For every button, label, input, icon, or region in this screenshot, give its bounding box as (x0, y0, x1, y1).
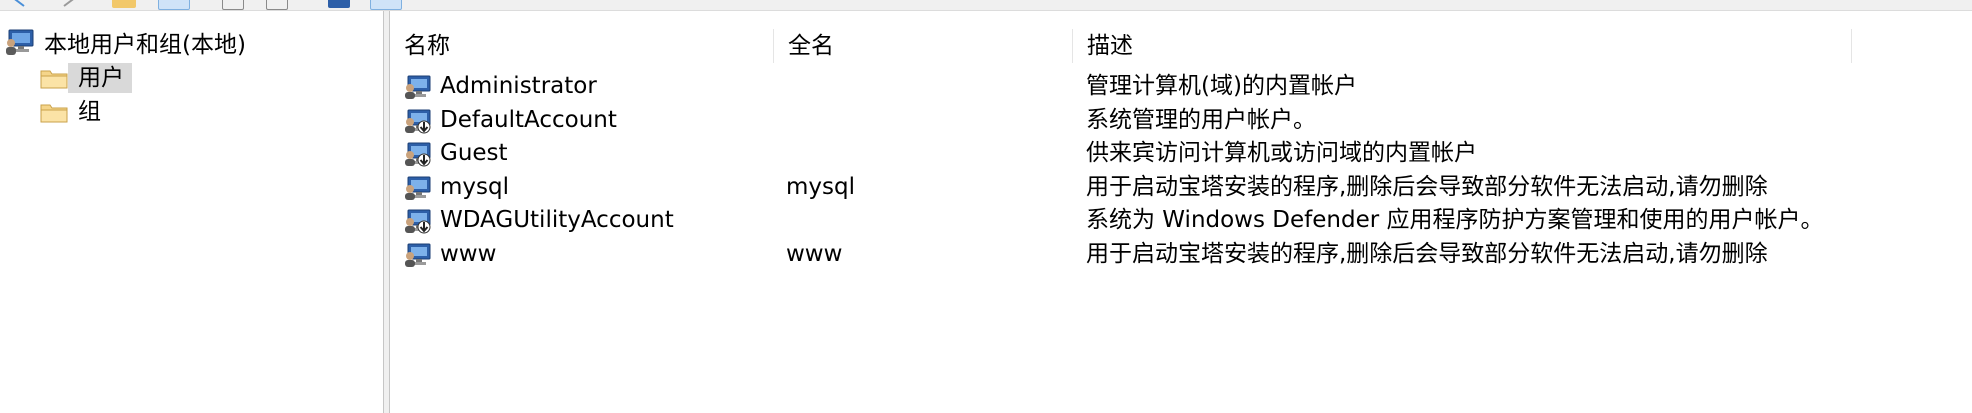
computer-users-icon (6, 29, 34, 55)
tree-item-groups-label: 组 (78, 99, 101, 125)
user-icon (405, 75, 431, 99)
user-description-cell: 管理计算机(域)的内置帐户 (1086, 73, 1357, 99)
user-name-cell: WDAGUtilityAccount (440, 207, 674, 234)
table-row[interactable]: mysql mysql 用于启动宝塔安装的程序,删除后会导致部分软件无法启动,请勿删… (390, 170, 1972, 204)
back-icon[interactable] (10, 0, 32, 8)
properties-icon[interactable] (266, 0, 288, 10)
user-description-cell: 供来宾访问计算机或访问域的内置帐户 (1086, 140, 1477, 167)
user-name-cell: mysql (440, 173, 509, 200)
user-description-cell: 系统管理的用户帐户。 (1086, 106, 1316, 133)
action-pane-icon[interactable] (370, 0, 402, 10)
toolbar (0, 0, 1972, 11)
user-description-cell: 用于启动宝塔安装的程序,删除后会导致部分软件无法启动,请勿删除 (1086, 173, 1768, 200)
column-header-description[interactable]: 描述 (1073, 29, 1852, 63)
tree-item-groups[interactable]: 组 (40, 97, 109, 127)
column-header-full-name[interactable]: 全名 (774, 29, 1073, 63)
tree-root[interactable]: 本地用户和组(本地) (4, 27, 246, 58)
user-name-cell: Administrator (440, 73, 597, 99)
table-row[interactable]: www www 用于启动宝塔安装的程序,删除后会导致部分软件无法启动,请勿删除 (390, 237, 1972, 271)
user-description-cell: 用于启动宝塔安装的程序,删除后会导致部分软件无法启动,请勿删除 (1086, 241, 1768, 267)
forward-icon[interactable] (56, 0, 78, 8)
folder-icon (40, 70, 68, 89)
column-header-name[interactable]: 名称 (390, 29, 774, 63)
user-name-cell: www (440, 241, 497, 267)
user-full-name-cell: www (786, 241, 843, 267)
export-list-icon[interactable] (222, 0, 244, 10)
disabled-user-icon (405, 109, 431, 134)
table-row[interactable]: Guest 供来宾访问计算机或访问域的内置帐户 (390, 136, 1972, 170)
user-list-pane: 名称 全名 描述 Administrator 管理计算机(域)的内置帐户 Defau… (390, 11, 1972, 413)
disabled-user-icon (405, 209, 431, 234)
user-icon (405, 176, 431, 200)
user-description-cell: 系统为 Windows Defender 应用程序防护方案管理和使用的用户帐户。 (1086, 207, 1824, 234)
user-name-cell: Guest (440, 140, 508, 167)
tree-pane: 本地用户和组(本地) 用户 组 (0, 11, 383, 413)
user-full-name-cell: mysql (786, 173, 855, 200)
table-row[interactable]: DefaultAccount 系统管理的用户帐户。 (390, 103, 1972, 137)
lusrmgr-window: 本地用户和组(本地) 用户 组 名称 全名 描述 Administrator 管理… (0, 0, 1972, 413)
folder-icon (40, 104, 68, 123)
help-icon[interactable] (328, 0, 350, 8)
up-folder-icon[interactable] (112, 0, 136, 8)
disabled-user-icon (405, 142, 431, 167)
tree-item-users-label: 用户 (68, 63, 132, 93)
table-row[interactable]: Administrator 管理计算机(域)的内置帐户 (390, 69, 1972, 103)
show-hide-tree-icon[interactable] (158, 0, 190, 10)
table-row[interactable]: WDAGUtilityAccount 系统为 Windows Defender 应… (390, 203, 1972, 237)
tree-item-users[interactable]: 用户 (40, 63, 132, 93)
list-header: 名称 全名 描述 (390, 29, 1972, 63)
user-icon (405, 243, 431, 267)
user-name-cell: DefaultAccount (440, 106, 617, 133)
tree-root-label: 本地用户和组(本地) (44, 32, 246, 58)
